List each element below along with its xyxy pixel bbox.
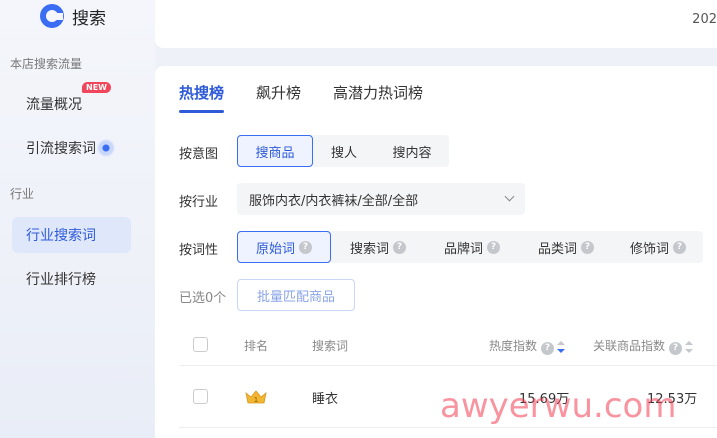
tab-hot[interactable]: 热搜榜 <box>179 82 225 113</box>
search-logo-icon <box>40 4 64 28</box>
industry-select-value: 服饰内衣/内衣裤袜/全部/全部 <box>249 193 419 209</box>
watermark: awyerwu.com <box>440 386 677 426</box>
tab-rising[interactable]: 飙升榜 <box>256 82 301 113</box>
sidebar-item-keywords[interactable]: 引流搜索词 <box>12 130 131 166</box>
help-icon[interactable]: ? <box>673 240 686 254</box>
sidebar-item-label: 流量概况 <box>26 97 82 113</box>
wordtype-segment: 原始词? 搜索词? 品牌词? 品类词? 修饰词? <box>237 231 703 263</box>
help-icon[interactable]: ? <box>299 240 312 254</box>
column-rank: 排名 <box>244 339 269 353</box>
live-dot-icon <box>97 139 115 157</box>
intent-label: 按意图 <box>179 147 219 162</box>
crown-rank-1-icon: 1 <box>245 390 267 404</box>
column-heat-label: 热度指数 <box>489 339 538 353</box>
header-card: 202 <box>155 0 717 48</box>
sidebar-item-label: 行业排行榜 <box>26 272 96 288</box>
table-header: 排名 搜索词 热度指数? 关联商品指数? <box>179 324 717 366</box>
option-label: 修饰词 <box>629 241 669 257</box>
batch-match-button[interactable]: 批量匹配商品 <box>237 279 355 311</box>
intent-segment: 搜商品 搜人 搜内容 <box>237 135 449 167</box>
help-icon[interactable]: ? <box>541 342 555 355</box>
column-related[interactable]: 关联商品指数? <box>593 337 694 355</box>
selected-count: 已选0个 <box>179 291 227 306</box>
sidebar-item-label: 引流搜索词 <box>26 141 96 157</box>
sidebar-item-overview[interactable]: 流量概况 NEW <box>12 82 131 122</box>
new-badge: NEW <box>82 82 111 93</box>
sidebar-group-industry: 行业 <box>10 187 35 201</box>
tab-bar: 热搜榜 飙升榜 高潜力热词榜 <box>179 82 455 113</box>
wordtype-option-category[interactable]: 品类词? <box>519 231 613 263</box>
option-label: 搜索词 <box>349 241 389 257</box>
option-label: 品类词 <box>537 241 577 257</box>
sidebar-item-industry-rank[interactable]: 行业排行榜 <box>12 261 131 297</box>
cell-keyword[interactable]: 睡衣 <box>312 388 338 407</box>
wordtype-option-original[interactable]: 原始词? <box>237 231 331 263</box>
svg-text:1: 1 <box>254 396 258 404</box>
row-checkbox[interactable] <box>193 389 208 404</box>
help-icon[interactable]: ? <box>393 240 406 254</box>
sort-icon[interactable] <box>557 340 566 353</box>
wordtype-option-search[interactable]: 搜索词? <box>331 231 425 263</box>
intent-option-content[interactable]: 搜内容 <box>375 135 449 167</box>
date-range[interactable]: 202 <box>692 12 717 27</box>
tab-potential[interactable]: 高潜力热词榜 <box>333 82 423 113</box>
chevron-down-icon <box>504 191 515 202</box>
brand-title: 搜索 <box>72 8 106 29</box>
sidebar-item-industry-keywords[interactable]: 行业搜索词 <box>12 217 131 253</box>
column-heat[interactable]: 热度指数? <box>489 337 566 355</box>
industry-select[interactable]: 服饰内衣/内衣裤袜/全部/全部 <box>237 183 525 215</box>
column-keyword: 搜索词 <box>312 339 349 353</box>
option-label: 品牌词 <box>443 241 483 257</box>
brand: 搜索 <box>40 2 106 30</box>
option-label: 原始词 <box>255 241 295 257</box>
sidebar-group-store: 本店搜索流量 <box>10 57 83 71</box>
help-icon[interactable]: ? <box>487 240 500 254</box>
intent-option-person[interactable]: 搜人 <box>313 135 375 167</box>
help-icon[interactable]: ? <box>581 240 594 254</box>
wordtype-option-brand[interactable]: 品牌词? <box>425 231 519 263</box>
column-related-label: 关联商品指数 <box>593 339 666 353</box>
sidebar: 搜索 本店搜索流量 流量概况 NEW 引流搜索词 行业 行业搜索词 行业排行榜 <box>0 0 155 438</box>
wordtype-label: 按词性 <box>179 243 219 258</box>
sort-icon[interactable] <box>685 340 694 353</box>
help-icon[interactable]: ? <box>669 342 683 355</box>
wordtype-option-modifier[interactable]: 修饰词? <box>613 231 703 263</box>
sidebar-item-label: 行业搜索词 <box>26 228 96 244</box>
industry-label: 按行业 <box>179 195 219 210</box>
select-all-checkbox[interactable] <box>193 337 208 352</box>
intent-option-product[interactable]: 搜商品 <box>237 135 313 167</box>
main-panel: 热搜榜 飙升榜 高潜力热词榜 按意图 搜商品 搜人 搜内容 按行业 服饰内衣/内… <box>155 66 717 438</box>
